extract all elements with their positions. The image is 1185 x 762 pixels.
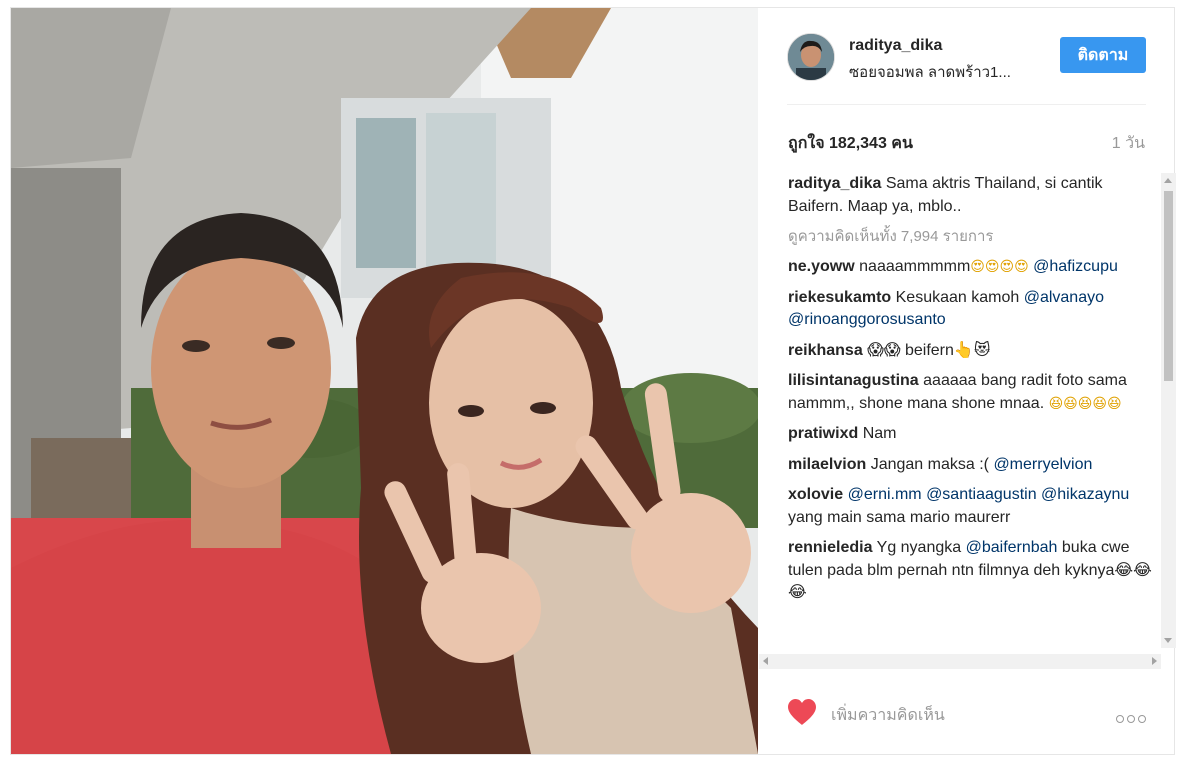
comment-username[interactable]: ne.yoww xyxy=(788,258,855,275)
view-all-comments-link[interactable]: ดูความคิดเห็นทั้ง 7,994 รายการ xyxy=(788,226,1160,248)
post-username[interactable]: raditya_dika xyxy=(849,37,942,55)
list-item: xolovie @erni.mm @santiaagustin @hikazay… xyxy=(788,484,1160,529)
list-item: ne.yoww naaaammmmm😍😍😍😍 @hafizcupu xyxy=(788,256,1160,279)
comments-list: raditya_dika Sama aktris Thailand, si ca… xyxy=(788,173,1160,649)
post-details-panel: raditya_dika ซอยจอมพล ลาดพร้าว1... ติดตา… xyxy=(759,8,1176,754)
list-item: lilisintanagustina aaaaaa bang radit fot… xyxy=(788,370,1160,415)
comment-username[interactable]: pratiwixd xyxy=(788,425,858,442)
scroll-up-arrow-icon[interactable] xyxy=(1164,178,1172,183)
comment-text: Yg nyangka xyxy=(876,539,966,556)
list-item: pratiwixd Nam xyxy=(788,423,1160,446)
comment-text: 😱😱 beifern👆😻 xyxy=(867,341,991,359)
comment-text: yang main sama mario maurerr xyxy=(788,508,1011,526)
comment-mention[interactable]: @baifernbah xyxy=(966,539,1058,556)
post-footer: เพิ่มความคิดเห็น xyxy=(759,670,1174,754)
scroll-down-arrow-icon[interactable] xyxy=(1164,638,1172,643)
dot-icon xyxy=(1138,715,1146,723)
scrollbar-thumb[interactable] xyxy=(1164,191,1173,381)
scroll-right-arrow-icon[interactable] xyxy=(1152,657,1157,665)
comment-mention[interactable]: @erni.mm @santiaagustin @hikazaynu xyxy=(848,486,1130,503)
caption: raditya_dika Sama aktris Thailand, si ca… xyxy=(788,173,1160,218)
comment-text: naaaammmmm xyxy=(859,258,971,275)
comment-username[interactable]: reikhansa xyxy=(788,342,863,359)
avatar-image xyxy=(788,34,834,80)
comment-username[interactable]: riekesukamto xyxy=(788,289,891,306)
comment-emoji: 😍😍😍😍 xyxy=(970,259,1029,275)
heart-icon[interactable] xyxy=(787,698,817,726)
comment-mention[interactable]: @hafizcupu xyxy=(1033,258,1118,275)
likes-count[interactable]: ถูกใจ 182,343 คน xyxy=(788,131,913,156)
list-item: milaelvion Jangan maksa :( @merryelvion xyxy=(788,454,1160,477)
dot-icon xyxy=(1127,715,1135,723)
comment-text: Kesukaan kamoh xyxy=(895,288,1024,306)
list-item: riekesukamto Kesukaan kamoh @alvanayo @r… xyxy=(788,287,1160,332)
post-photo[interactable] xyxy=(11,8,758,754)
comment-text: Nam xyxy=(862,425,897,442)
comment-username[interactable]: milaelvion xyxy=(788,456,866,473)
comments-horizontal-scrollbar[interactable] xyxy=(759,654,1161,669)
follow-button[interactable]: ติดตาม xyxy=(1060,37,1146,73)
post-header: raditya_dika ซอยจอมพล ลาดพร้าว1... ติดตา… xyxy=(787,30,1146,105)
comment-username[interactable]: xolovie xyxy=(788,486,843,503)
scroll-left-arrow-icon[interactable] xyxy=(763,657,768,665)
post-time[interactable]: 1 วัน xyxy=(1112,131,1145,156)
comment-emoji: 😆😆😆😆😆 xyxy=(1048,395,1122,412)
dot-icon xyxy=(1116,715,1124,723)
photo-illustration xyxy=(11,8,758,754)
caption-username[interactable]: raditya_dika xyxy=(788,175,881,192)
comments-vertical-scrollbar[interactable] xyxy=(1161,173,1176,648)
comment-username[interactable]: rennieledia xyxy=(788,539,872,556)
comment-mention[interactable]: @merryelvion xyxy=(993,456,1092,473)
comment-text: Jangan maksa :( xyxy=(870,455,994,473)
post-location[interactable]: ซอยจอมพล ลาดพร้าว1... xyxy=(849,60,1011,84)
more-options-icon[interactable] xyxy=(1113,710,1146,726)
comment-username[interactable]: lilisintanagustina xyxy=(788,372,919,389)
add-comment-input[interactable]: เพิ่มความคิดเห็น xyxy=(831,703,945,728)
list-item: reikhansa 😱😱 beifern👆😻 xyxy=(788,340,1160,363)
avatar[interactable] xyxy=(787,33,835,81)
list-item: rennieledia Yg nyangka @baifernbah buka … xyxy=(788,537,1160,605)
